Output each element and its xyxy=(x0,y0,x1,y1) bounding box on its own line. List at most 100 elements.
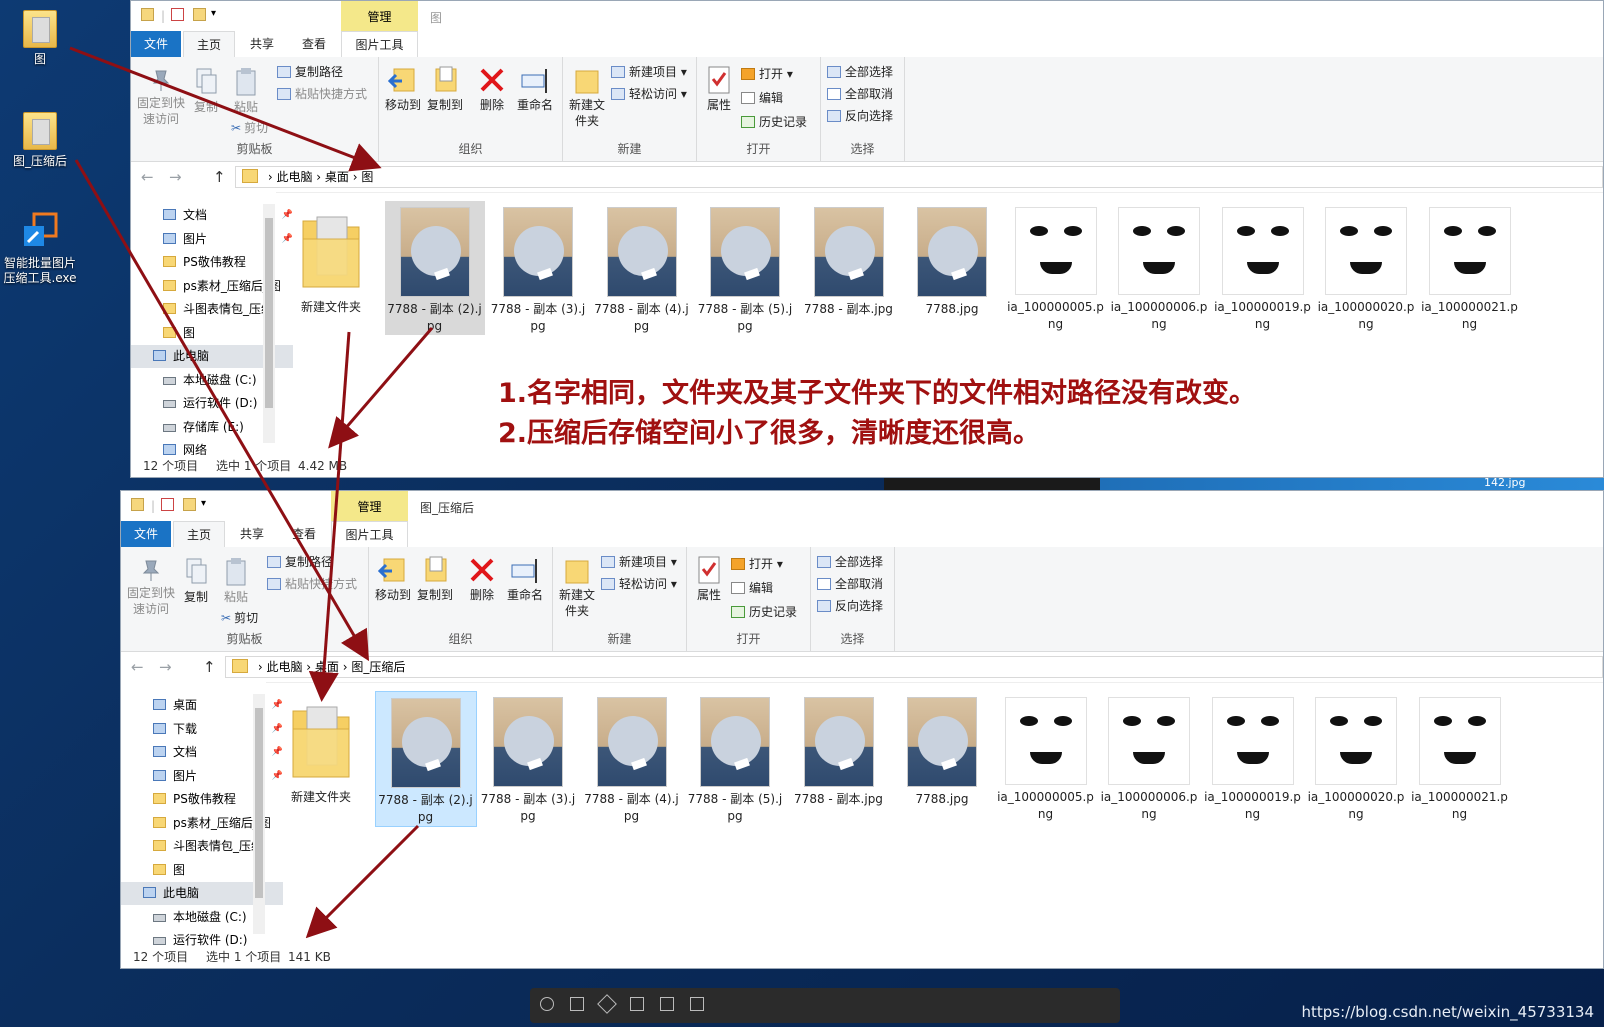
breadcrumb-item[interactable]: 此电脑 xyxy=(276,170,312,184)
brush-icon[interactable] xyxy=(597,994,617,1014)
customize-toolbar-icon[interactable]: ▾ xyxy=(211,8,216,19)
nav-item[interactable]: PS敬伟教程 xyxy=(121,788,293,811)
nav-scrollbar[interactable] xyxy=(253,694,265,934)
file-item[interactable]: ia_100000005.png xyxy=(1006,201,1106,333)
paste-shortcut-button[interactable]: 粘贴快捷方式 xyxy=(277,85,367,103)
invert-selection-button[interactable]: 反向选择 xyxy=(817,597,883,615)
tab-picture-tools[interactable]: 图片工具 xyxy=(331,521,408,547)
file-item[interactable]: ia_100000019.png xyxy=(1213,201,1313,333)
nav-item[interactable]: 本地磁盘 (C:) xyxy=(131,369,303,392)
properties-icon[interactable] xyxy=(161,498,174,511)
folder-item[interactable]: 新建文件夹 xyxy=(281,201,381,316)
tab-manage[interactable]: 管理 xyxy=(341,1,418,31)
desktop-icon-folder-compressed[interactable]: 图_压缩后 xyxy=(0,112,80,169)
file-item[interactable]: 7788 - 副本 (2).jpg xyxy=(374,691,477,827)
quick-access-folder-icon[interactable] xyxy=(131,498,144,511)
tab-home[interactable]: 主页 xyxy=(183,31,235,57)
file-item[interactable]: 7788.jpg xyxy=(892,691,992,808)
open-button[interactable]: 打开 ▾ xyxy=(741,65,793,83)
invert-selection-button[interactable]: 反向选择 xyxy=(827,107,893,125)
file-item[interactable]: ia_100000006.png xyxy=(1109,201,1209,333)
nav-item[interactable]: 图 xyxy=(131,322,303,345)
up-arrow-icon[interactable]: ↑ xyxy=(213,168,226,186)
breadcrumb-item[interactable]: 图 xyxy=(361,170,373,184)
tab-file[interactable]: 文件 xyxy=(121,521,171,547)
nav-item[interactable]: 图片 📌 xyxy=(121,765,293,788)
tab-share[interactable]: 共享 xyxy=(237,31,287,57)
new-item-button[interactable]: 新建项目 ▾ xyxy=(611,63,687,81)
file-item[interactable]: 7788 - 副本.jpg xyxy=(789,691,889,808)
new-folder-button[interactable]: 新建文件夹 xyxy=(567,65,607,129)
nav-item[interactable]: 运行软件 (D:) xyxy=(131,392,303,415)
scrollbar-thumb[interactable] xyxy=(255,708,263,898)
delete-button[interactable]: 删除 xyxy=(465,555,499,603)
nav-item[interactable]: 文档 📌 xyxy=(131,204,303,227)
address-path[interactable]: › 此电脑 › 桌面 › 图_压缩后 xyxy=(225,656,1603,678)
properties-button[interactable]: 属性 xyxy=(691,555,727,603)
tab-view[interactable]: 查看 xyxy=(279,521,329,547)
edit-button[interactable]: 编辑 xyxy=(731,579,773,597)
new-item-button[interactable]: 新建项目 ▾ xyxy=(601,553,677,571)
file-item[interactable]: ia_100000020.png xyxy=(1306,691,1406,823)
rename-button[interactable]: 重命名 xyxy=(513,65,557,113)
tab-view[interactable]: 查看 xyxy=(289,31,339,57)
forward-arrow-icon[interactable]: → xyxy=(159,658,172,676)
copy-path-button[interactable]: 复制路径 xyxy=(277,63,343,81)
delete-button[interactable]: 删除 xyxy=(475,65,509,113)
desktop-icon-compress-tool[interactable]: 智能批量图片压缩工具.exe xyxy=(0,212,80,286)
file-item[interactable]: 7788 - 副本 (3).jpg xyxy=(488,201,588,335)
pin-quick-access-button[interactable]: 固定到快速访问 xyxy=(135,67,187,127)
cut-button[interactable]: ✂ 剪切 xyxy=(221,609,258,627)
file-item[interactable]: ia_100000019.png xyxy=(1203,691,1303,823)
share-icon[interactable] xyxy=(630,997,644,1011)
address-path[interactable]: › 此电脑 › 桌面 › 图 xyxy=(235,166,1603,188)
folder-item[interactable]: 新建文件夹 xyxy=(271,691,371,806)
back-arrow-icon[interactable]: ← xyxy=(141,168,154,186)
nav-item[interactable]: 斗图表情包_压缩 xyxy=(121,835,293,858)
easy-access-button[interactable]: 轻松访问 ▾ xyxy=(601,575,677,593)
new-folder-button[interactable]: 新建文件夹 xyxy=(557,555,597,619)
move-to-button[interactable]: 移动到 xyxy=(373,555,413,603)
history-button[interactable]: 历史记录 xyxy=(731,603,797,621)
nav-item[interactable]: 本地磁盘 (C:) xyxy=(121,906,293,929)
nav-item[interactable]: ps素材_压缩后_图 xyxy=(131,275,303,298)
breadcrumb-item[interactable]: 图_压缩后 xyxy=(351,660,405,674)
nav-item[interactable]: PS敬伟教程 xyxy=(131,251,303,274)
file-item[interactable]: 7788 - 副本 (3).jpg xyxy=(478,691,578,825)
nav-item[interactable]: ps素材_压缩后_图 xyxy=(121,812,293,835)
nav-item[interactable]: 图片 📌 xyxy=(131,228,303,251)
tab-share[interactable]: 共享 xyxy=(227,521,277,547)
copy-to-button[interactable]: 复制到 xyxy=(425,65,465,113)
quick-access-folder-icon[interactable] xyxy=(141,8,154,21)
file-item[interactable]: 7788 - 副本.jpg xyxy=(799,201,899,318)
back-arrow-icon[interactable]: ← xyxy=(131,658,144,676)
nav-item[interactable]: 存储库 (E:) xyxy=(131,416,303,439)
new-folder-icon[interactable] xyxy=(183,498,196,511)
paste-button[interactable]: 粘贴 xyxy=(229,67,263,115)
paste-shortcut-button[interactable]: 粘贴快捷方式 xyxy=(267,575,357,593)
tab-manage[interactable]: 管理 xyxy=(331,491,408,521)
nav-item[interactable]: 图 xyxy=(121,859,293,882)
easy-access-button[interactable]: 轻松访问 ▾ xyxy=(611,85,687,103)
select-all-button[interactable]: 全部选择 xyxy=(817,553,883,571)
nav-item[interactable]: 斗图表情包_压缩 xyxy=(131,298,303,321)
move-to-button[interactable]: 移动到 xyxy=(383,65,423,113)
tab-home[interactable]: 主页 xyxy=(173,521,225,547)
pin-quick-access-button[interactable]: 固定到快速访问 xyxy=(125,557,177,617)
breadcrumb-item[interactable]: 桌面 xyxy=(325,170,349,184)
file-item[interactable]: ia_100000006.png xyxy=(1099,691,1199,823)
history-button[interactable]: 历史记录 xyxy=(741,113,807,131)
breadcrumb-item[interactable]: 此电脑 xyxy=(266,660,302,674)
scrollbar-thumb[interactable] xyxy=(265,218,273,408)
paste-button[interactable]: 粘贴 xyxy=(219,557,253,605)
select-all-button[interactable]: 全部选择 xyxy=(827,63,893,81)
properties-icon[interactable] xyxy=(171,8,184,21)
new-folder-icon[interactable] xyxy=(193,8,206,21)
trash-icon[interactable] xyxy=(660,997,674,1011)
file-item[interactable]: ia_100000021.png xyxy=(1420,201,1520,333)
file-item[interactable]: 7788 - 副本 (4).jpg xyxy=(592,201,692,335)
copy-path-button[interactable]: 复制路径 xyxy=(267,553,333,571)
nav-scrollbar[interactable] xyxy=(263,204,275,443)
file-item[interactable]: ia_100000005.png xyxy=(996,691,1096,823)
up-arrow-icon[interactable]: ↑ xyxy=(203,658,216,676)
